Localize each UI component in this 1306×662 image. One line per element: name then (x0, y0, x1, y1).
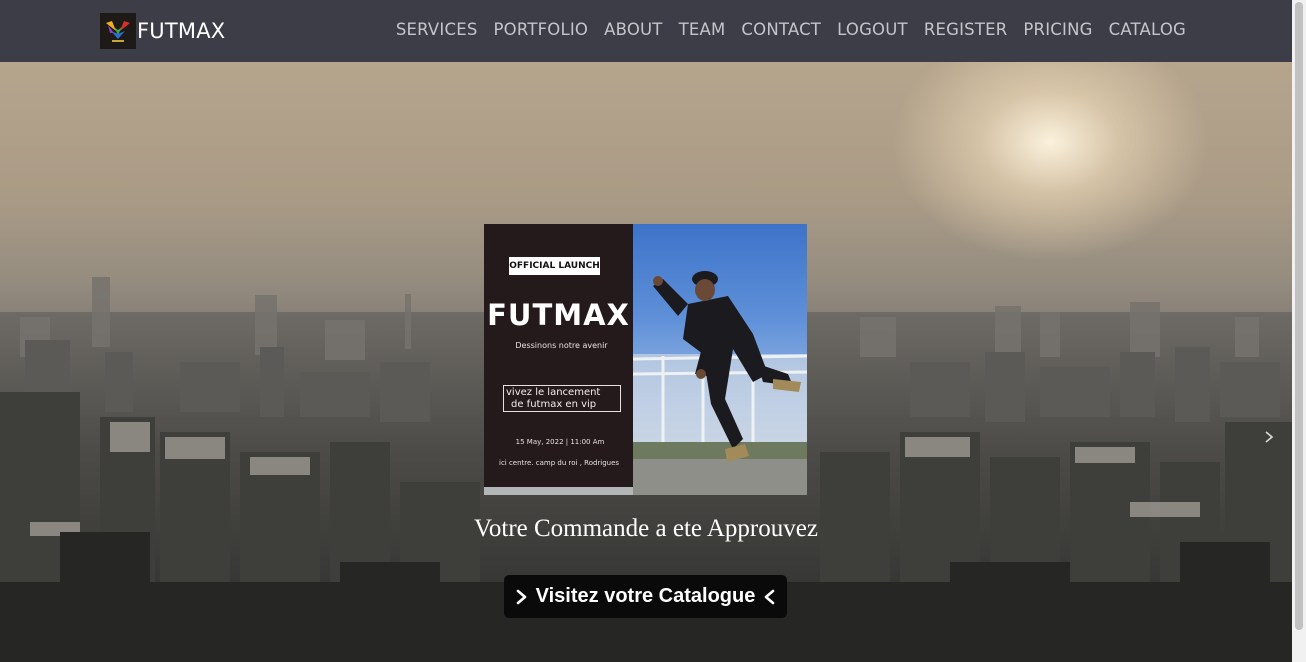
poster-invite-line-2: de futmax en vip (511, 399, 597, 410)
nav-about[interactable]: ABOUT (604, 20, 662, 39)
poster-photo (633, 224, 807, 495)
launch-poster-image: OFFICIAL LAUNCH FUTMAX Dessinons notre a… (484, 224, 807, 495)
hero-content: OFFICIAL LAUNCH FUTMAX Dessinons notre a… (0, 62, 1292, 662)
vertical-scrollbar[interactable] (1292, 0, 1306, 662)
scrollbar-thumb[interactable] (1295, 2, 1303, 630)
chevron-right-icon (516, 589, 526, 604)
brand-link[interactable]: FUTMAX (100, 13, 225, 49)
poster-address: ici centre. camp du roi , Rodrigues (499, 459, 620, 467)
visit-catalog-label: Visitez votre Catalogue (535, 585, 756, 607)
poster-invite-box: vivez le lancement de futmax en vip (503, 385, 621, 412)
order-approved-message: Votre Commande a ete Approuvez (474, 515, 818, 542)
nav-contact[interactable]: CONTACT (741, 20, 821, 39)
hero-section: OFFICIAL LAUNCH FUTMAX Dessinons notre a… (0, 62, 1292, 662)
nav-portfolio[interactable]: PORTFOLIO (494, 20, 589, 39)
visit-catalog-button[interactable]: Visitez votre Catalogue (504, 575, 787, 618)
slider-next-chevron-icon[interactable] (1262, 430, 1276, 444)
main-nav: SERVICES PORTFOLIO ABOUT TEAM CONTACT LO… (380, 20, 1186, 39)
brand-name: FUTMAX (137, 19, 226, 43)
nav-catalog[interactable]: CATALOG (1109, 20, 1186, 39)
poster-title: FUTMAX (487, 298, 630, 332)
poster-text-panel: OFFICIAL LAUNCH FUTMAX Dessinons notre a… (484, 224, 633, 487)
nav-team[interactable]: TEAM (679, 20, 726, 39)
nav-register[interactable]: REGISTER (924, 20, 1008, 39)
nav-pricing[interactable]: PRICING (1023, 20, 1092, 39)
chevron-left-icon (765, 589, 775, 604)
navbar: FUTMAX SERVICES PORTFOLIO ABOUT TEAM CON… (0, 0, 1292, 62)
poster-date: 15 May, 2022 | 11:00 Am (515, 438, 605, 446)
nav-logout[interactable]: LOGOUT (837, 20, 908, 39)
poster-tag: OFFICIAL LAUNCH (509, 257, 600, 275)
nav-services[interactable]: SERVICES (396, 20, 478, 39)
brand-logo-icon (100, 13, 136, 49)
poster-subtitle: Dessinons notre avenir (515, 341, 608, 350)
poster-invite-line-1: vivez le lancement (506, 387, 601, 398)
